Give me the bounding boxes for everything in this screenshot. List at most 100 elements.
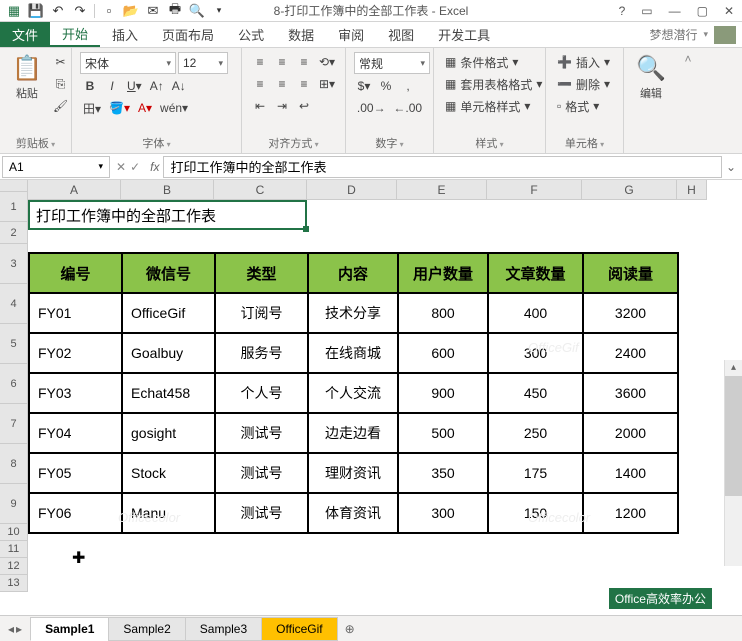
align-right-icon[interactable]: ≡	[294, 74, 314, 94]
merged-title-cell[interactable]: 打印工作簿中的全部工作表	[28, 200, 307, 230]
row-header[interactable]: 11	[0, 541, 28, 558]
row-header[interactable]: 2	[0, 222, 28, 244]
table-cell[interactable]: 个人号	[215, 373, 308, 413]
table-row[interactable]: FY06Manu测试号体育资讯3001501200	[29, 493, 678, 533]
table-cell[interactable]: 350	[398, 453, 488, 493]
row-header[interactable]: 7	[0, 404, 28, 444]
table-cell[interactable]: 2000	[583, 413, 678, 453]
decrease-font-icon[interactable]: A↓	[169, 76, 189, 96]
row-header[interactable]: 1	[0, 192, 28, 222]
italic-button[interactable]: I	[102, 76, 122, 96]
table-header[interactable]: 类型	[215, 253, 308, 293]
column-header[interactable]: B	[121, 180, 214, 200]
tab-review[interactable]: 审阅	[326, 22, 376, 47]
table-row[interactable]: FY01OfficeGif订阅号技术分享8004003200	[29, 293, 678, 333]
table-cell[interactable]: 3600	[583, 373, 678, 413]
worksheet-grid[interactable]: 12345678910111213 ABCDEFGH 打印工作簿中的全部工作表 …	[0, 180, 742, 592]
collapse-ribbon-icon[interactable]: ˄	[680, 48, 696, 153]
table-cell[interactable]: 订阅号	[215, 293, 308, 333]
table-header[interactable]: 内容	[308, 253, 398, 293]
sheet-nav-prev-icon[interactable]: ▸	[16, 622, 22, 636]
font-size-combo[interactable]: 12▾	[178, 52, 228, 74]
wrap-icon[interactable]: ↩	[294, 96, 314, 116]
table-cell[interactable]: 250	[488, 413, 583, 453]
table-cell[interactable]: 900	[398, 373, 488, 413]
save-icon[interactable]: 💾	[26, 1, 46, 21]
tab-view[interactable]: 视图	[376, 22, 426, 47]
table-cell[interactable]: Manu	[122, 493, 215, 533]
table-cell[interactable]: FY06	[29, 493, 122, 533]
table-cell[interactable]: 测试号	[215, 413, 308, 453]
table-cell[interactable]: 理财资讯	[308, 453, 398, 493]
table-cell[interactable]: gosight	[122, 413, 215, 453]
column-header[interactable]: H	[677, 180, 707, 200]
table-cell[interactable]: 测试号	[215, 453, 308, 493]
table-cell[interactable]: 测试号	[215, 493, 308, 533]
number-format-combo[interactable]: 常规▾	[354, 52, 430, 74]
phonetic-button[interactable]: wén▾	[157, 98, 191, 118]
avatar[interactable]	[714, 26, 736, 44]
ribbon-options-icon[interactable]: ▭	[637, 4, 656, 18]
help-icon[interactable]: ?	[615, 4, 630, 18]
conditional-format-button[interactable]: ▦ 条件格式 ▾	[442, 52, 546, 72]
undo-icon[interactable]: ↶	[48, 1, 68, 21]
row-header[interactable]: 12	[0, 558, 28, 575]
tab-layout[interactable]: 页面布局	[150, 22, 226, 47]
qat-dropdown-icon[interactable]: ▾	[209, 1, 229, 21]
table-cell[interactable]: 150	[488, 493, 583, 533]
column-header[interactable]: E	[397, 180, 487, 200]
column-header[interactable]: A	[28, 180, 121, 200]
row-header[interactable]: 6	[0, 364, 28, 404]
expand-formula-bar-icon[interactable]: ⌄	[722, 160, 740, 174]
align-left-icon[interactable]: ≡	[250, 74, 270, 94]
indent-increase-icon[interactable]: ⇥	[272, 96, 292, 116]
format-cells-button[interactable]: ▫ 格式 ▾	[554, 96, 624, 116]
increase-font-icon[interactable]: A↑	[147, 76, 167, 96]
table-cell[interactable]: 体育资讯	[308, 493, 398, 533]
tab-data[interactable]: 数据	[276, 22, 326, 47]
table-cell[interactable]: 500	[398, 413, 488, 453]
font-name-combo[interactable]: 宋体▾	[80, 52, 176, 74]
table-cell[interactable]: 800	[398, 293, 488, 333]
table-header[interactable]: 编号	[29, 253, 122, 293]
table-row[interactable]: FY02Goalbuy服务号在线商城6003002400	[29, 333, 678, 373]
close-icon[interactable]: ✕	[720, 4, 738, 18]
align-middle-icon[interactable]: ≡	[272, 52, 292, 72]
column-header[interactable]: G	[582, 180, 677, 200]
percent-icon[interactable]: %	[376, 76, 396, 96]
insert-cells-button[interactable]: ➕ 插入 ▾	[554, 52, 624, 72]
tab-file[interactable]: 文件	[0, 22, 50, 47]
paste-button[interactable]: 📋 粘贴	[8, 52, 46, 103]
table-cell[interactable]: 450	[488, 373, 583, 413]
fx-icon[interactable]: fx	[146, 160, 163, 174]
table-row[interactable]: FY04gosight测试号边走边看5002502000	[29, 413, 678, 453]
table-cell[interactable]: 2400	[583, 333, 678, 373]
user-name[interactable]: 梦想潜行	[649, 26, 697, 43]
indent-decrease-icon[interactable]: ⇤	[250, 96, 270, 116]
table-cell[interactable]: FY05	[29, 453, 122, 493]
table-cell[interactable]: 服务号	[215, 333, 308, 373]
table-cell[interactable]: FY04	[29, 413, 122, 453]
merge-icon[interactable]: ⊞▾	[316, 74, 338, 94]
cancel-formula-icon[interactable]: ✕	[116, 160, 126, 174]
table-cell[interactable]: 技术分享	[308, 293, 398, 333]
row-header[interactable]: 3	[0, 244, 28, 284]
table-cell[interactable]: 175	[488, 453, 583, 493]
table-cell[interactable]: 3200	[583, 293, 678, 333]
table-header[interactable]: 用户数量	[398, 253, 488, 293]
table-cell[interactable]: 300	[398, 493, 488, 533]
bold-button[interactable]: B	[80, 76, 100, 96]
comma-icon[interactable]: ,	[398, 76, 418, 96]
table-cell[interactable]: 300	[488, 333, 583, 373]
table-cell[interactable]: OfficeGif	[122, 293, 215, 333]
row-header[interactable]: 5	[0, 324, 28, 364]
row-header[interactable]: 9	[0, 484, 28, 524]
tab-dev[interactable]: 开发工具	[426, 22, 502, 47]
formula-bar[interactable]: 打印工作簿中的全部工作表	[163, 156, 722, 178]
minimize-icon[interactable]: —	[665, 4, 685, 18]
table-row[interactable]: FY03Echat458个人号个人交流9004503600	[29, 373, 678, 413]
increase-decimal-icon[interactable]: .00→	[354, 98, 389, 118]
scroll-up-icon[interactable]: ▴	[725, 360, 742, 376]
delete-cells-button[interactable]: ➖ 删除 ▾	[554, 74, 624, 94]
maximize-icon[interactable]: ▢	[693, 4, 712, 18]
